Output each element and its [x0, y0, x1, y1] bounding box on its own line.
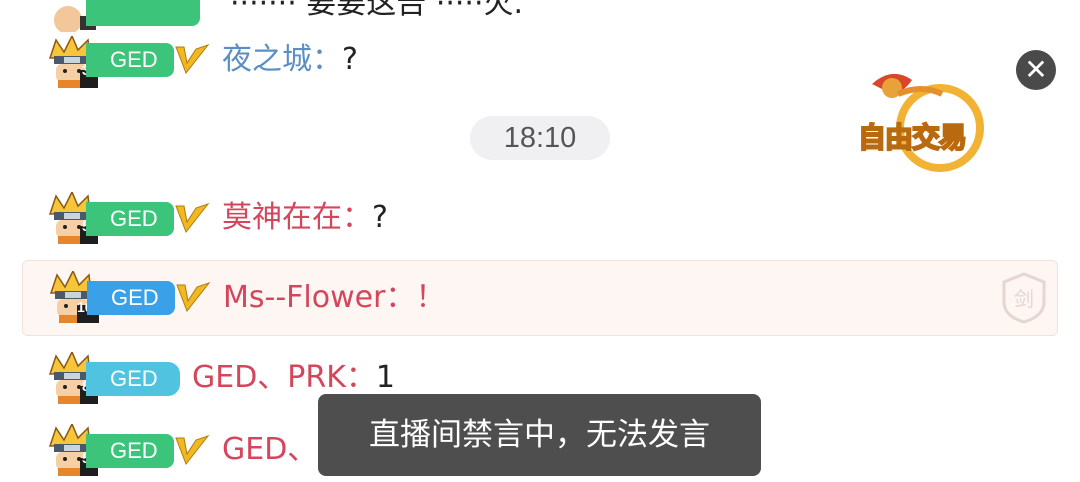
- chat-message: 莫神在在：?: [222, 198, 388, 238]
- guild-badge-label: GED: [110, 438, 158, 463]
- message-text: ！: [415, 280, 446, 315]
- guild-badge: GED: [87, 281, 175, 315]
- chat-message: GED、PRK：1: [192, 358, 395, 398]
- timestamp-pill: 18:10: [470, 116, 610, 160]
- sword-badge-icon: 剑: [1002, 272, 1046, 324]
- vip-icon: [175, 434, 210, 466]
- guild-badge-label: GED: [110, 47, 158, 72]
- guild-badge: GED: [86, 362, 180, 396]
- chat-row-highlighted: 10 GED Ms--Flower：！: [22, 260, 1058, 336]
- message-text: ?: [342, 42, 358, 77]
- vip-icon: [176, 281, 211, 313]
- guild-badge-label: GED: [111, 285, 159, 310]
- sender-name[interactable]: GED、PRK：: [192, 360, 376, 395]
- trade-label: 自由交易: [857, 120, 968, 155]
- chat-row-partial: ······· 要要这告 ·····火.: [0, 0, 1080, 32]
- message-text: 1: [375, 360, 396, 395]
- vip-icon: [175, 43, 210, 75]
- sword-badge-char: 剑: [1014, 287, 1034, 311]
- trade-button[interactable]: 自由交易: [852, 64, 998, 176]
- guild-badge: GED: [86, 434, 174, 468]
- sender-name[interactable]: 莫神在在：: [222, 200, 372, 235]
- chat-message: 夜之城：?: [222, 40, 358, 80]
- guild-badge: GED: [86, 43, 174, 77]
- mute-toast: 直播间禁言中，无法发言: [318, 394, 761, 476]
- vip-icon: [175, 202, 210, 234]
- chat-message: Ms--Flower：！: [223, 278, 445, 318]
- sender-name[interactable]: 夜之城：: [222, 42, 342, 77]
- sender-name[interactable]: Ms--Flower：: [223, 280, 415, 315]
- guild-badge-label: GED: [110, 206, 158, 231]
- close-button[interactable]: ✕: [1016, 50, 1056, 90]
- guild-badge: GED: [86, 202, 174, 236]
- message-text: ······· 要要这告 ·····火.: [230, 0, 524, 21]
- guild-badge-label: GED: [110, 366, 158, 391]
- message-text: ?: [372, 200, 388, 235]
- chat-row: 5 GED 莫神在在：?: [0, 190, 1080, 250]
- close-icon: ✕: [1024, 53, 1048, 86]
- level-badge: [86, 0, 200, 26]
